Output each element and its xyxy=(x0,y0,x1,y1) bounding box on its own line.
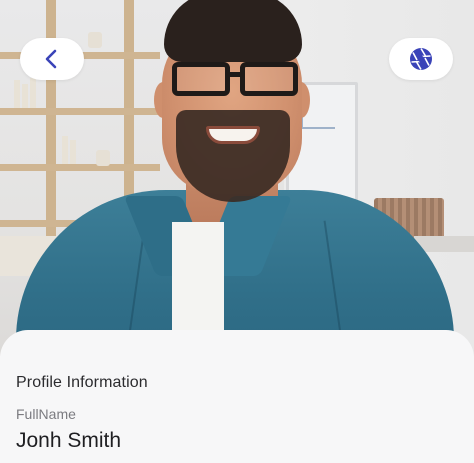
hair xyxy=(164,0,302,62)
full-name-value[interactable]: Jonh Smith xyxy=(16,429,121,453)
glasses xyxy=(166,62,298,98)
full-name-label: FullName xyxy=(16,406,76,422)
camera-aperture-icon xyxy=(408,46,434,72)
profile-info-section: Profile Information FullName Jonh Smith xyxy=(0,356,474,463)
profile-screen: Profile Information FullName Jonh Smith xyxy=(0,0,474,463)
smile xyxy=(206,126,260,144)
change-photo-button[interactable] xyxy=(389,38,453,80)
section-title: Profile Information xyxy=(16,374,148,391)
back-button[interactable] xyxy=(20,38,84,80)
chevron-left-icon xyxy=(41,48,63,70)
